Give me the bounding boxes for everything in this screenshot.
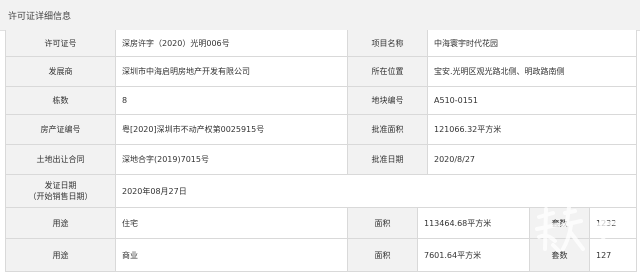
developer-value: 深圳市中海启明房地产开发有限公司: [116, 57, 348, 86]
project-name-label: 项目名称: [348, 30, 428, 56]
building-count-label: 栋数: [6, 87, 116, 114]
building-count-value: 8: [116, 87, 348, 114]
area-value: 7601.64平方米: [418, 239, 530, 271]
issue-date-label-line1: 发证日期: [44, 181, 77, 190]
land-contract-label: 土地出让合同: [6, 145, 116, 174]
location-label: 所在位置: [348, 57, 428, 86]
plot-number-label: 地块编号: [348, 87, 428, 114]
plot-number-value: A510-0151: [428, 87, 636, 114]
table-row: 房产证编号 粤[2020]深圳市不动产权第0025915号 批准面积 12106…: [6, 115, 636, 145]
developer-label: 发展商: [6, 57, 116, 86]
issue-date-label-line2: （开始销售日期）: [28, 192, 93, 201]
issue-date-label: 发证日期 （开始销售日期）: [6, 175, 116, 207]
property-cert-label: 房产证编号: [6, 115, 116, 144]
permit-number-label: 许可证号: [6, 30, 116, 56]
table-row: 栋数 8 地块编号 A510-0151: [6, 87, 636, 115]
table-row: 许可证号 深房许字（2020）光明006号 项目名称 中海寰宇时代花园: [6, 30, 636, 57]
nanfang-plus-watermark-logo: [535, 205, 617, 253]
section-title: 许可证详细信息: [8, 12, 72, 22]
area-label: 面积: [348, 239, 418, 271]
section-header: 许可证详细信息: [0, 0, 640, 31]
approved-area-label: 批准面积: [348, 115, 428, 144]
location-value: 宝安.光明区观光路北侧、明政路南侧: [428, 57, 636, 86]
usage-label: 用途: [6, 239, 116, 271]
land-contract-value: 深地合字(2019)7015号: [116, 145, 348, 174]
property-cert-value: 粤[2020]深圳市不动产权第0025915号: [116, 115, 348, 144]
usage-label: 用途: [6, 208, 116, 238]
approval-date-value: 2020/8/27: [428, 145, 636, 174]
project-name-value: 中海寰宇时代花园: [428, 30, 636, 56]
approval-date-label: 批准日期: [348, 145, 428, 174]
permit-number-value: 深房许字（2020）光明006号: [116, 30, 348, 56]
area-value: 113464.68平方米: [418, 208, 530, 238]
usage-value: 住宅: [116, 208, 348, 238]
table-row: 发展商 深圳市中海启明房地产开发有限公司 所在位置 宝安.光明区观光路北侧、明政…: [6, 57, 636, 87]
area-label: 面积: [348, 208, 418, 238]
usage-value: 商业: [116, 239, 348, 271]
approved-area-value: 121066.32平方米: [428, 115, 636, 144]
table-row: 土地出让合同 深地合字(2019)7015号 批准日期 2020/8/27: [6, 145, 636, 175]
